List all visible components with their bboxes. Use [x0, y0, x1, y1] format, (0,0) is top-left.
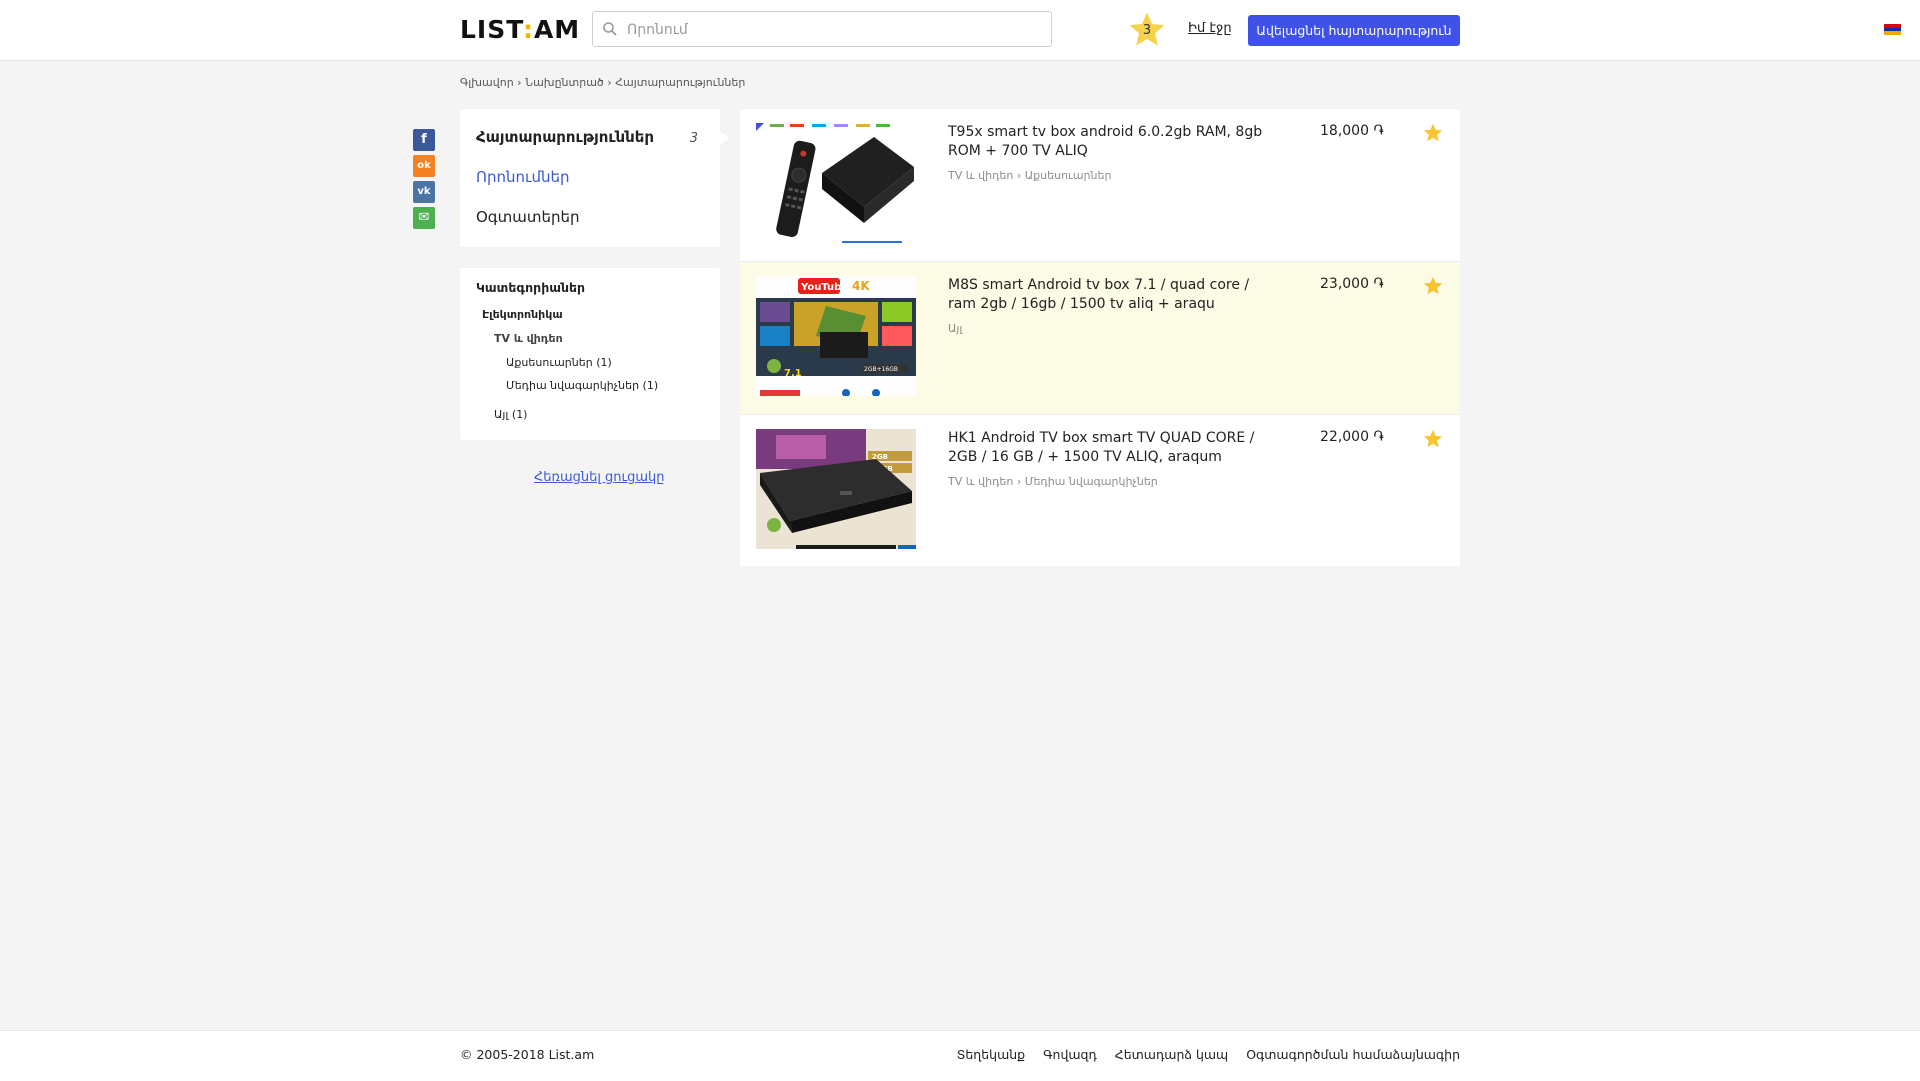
android-version-label: 7.1 [784, 368, 802, 379]
post-ad-button[interactable]: Ավելացնել հայտարարություն [1248, 15, 1460, 46]
ram-rom-label: 2GB+16GB [864, 366, 898, 373]
listing-price: 22,000 ֏ [1320, 429, 1384, 445]
favorites-button[interactable]: 3 [1126, 9, 1168, 51]
favorites-count: 3 [1142, 23, 1152, 38]
copyright: © 2005-2018 List.am [460, 1047, 595, 1062]
footer-links: Տեղեկանք Գովազդ Հետադարձ կապ Օգտագործման… [943, 1047, 1460, 1062]
listing-row[interactable]: 2GB 16GB HK1 Android TV box smart TV QUA… [740, 415, 1460, 567]
footer-link-feedback[interactable]: Հետադարձ կապ [1115, 1047, 1228, 1062]
categories-title: Կատեգորիաներ [476, 280, 586, 295]
search-icon [603, 22, 617, 36]
language-flag-icon[interactable] [1884, 24, 1901, 35]
category-tv-video[interactable]: TV և վիդեո [494, 332, 563, 345]
listing-category[interactable]: Այլ [948, 322, 962, 335]
footer-link-help[interactable]: Տեղեկանք [957, 1047, 1026, 1062]
listing-title[interactable]: HK1 Android TV box smart TV QUAD CORE / … [948, 429, 1278, 467]
listing-category[interactable]: TV և վիդեո › Աքսեսուարներ [948, 169, 1111, 182]
categories-panel: Կատեգորիաներ Էլեկտրոնիկա TV և վիդեո Աքսե… [460, 268, 720, 440]
footer-link-terms[interactable]: Օգտագործման համաձայնագիր [1246, 1047, 1460, 1062]
listing-thumbnail[interactable]: 2GB 16GB [756, 429, 916, 549]
my-page-link[interactable]: Իմ էջը [1188, 21, 1232, 36]
logo-suffix: AM [533, 15, 581, 44]
listing-row[interactable]: T95x smart tv box android 6.0.2gb RAM, 8… [740, 109, 1460, 262]
listing-title[interactable]: T95x smart tv box android 6.0.2gb RAM, 8… [948, 123, 1278, 161]
category-media-players[interactable]: Մեդիա նվագարկիչներ (1) [506, 379, 658, 392]
favorite-star-icon[interactable] [1422, 428, 1444, 450]
favorite-star-icon[interactable] [1422, 122, 1444, 144]
vk-icon[interactable]: vk [413, 181, 435, 203]
menu-item-users[interactable]: Օգտատերեր [476, 208, 580, 226]
4k-label: 4K [852, 279, 870, 293]
footer: © 2005-2018 List.am Տեղեկանք Գովազդ Հետա… [0, 1030, 1920, 1081]
favorites-menu: Հայտարարություններ 3 Որոնումներ Օգտատերե… [460, 109, 730, 247]
listing-thumbnail[interactable] [756, 123, 916, 243]
search-input[interactable] [625, 12, 1049, 48]
odnoklassniki-icon[interactable]: ok [413, 155, 435, 177]
email-icon[interactable]: ✉ [413, 207, 435, 229]
logo-text: LIST [460, 15, 523, 44]
listing-price: 23,000 ֏ [1320, 276, 1384, 292]
search-box [592, 11, 1052, 48]
listing-price: 18,000 ֏ [1320, 123, 1384, 139]
listing-thumbnail[interactable]: YouTube 4K 2GB+16GB 7.1 [756, 276, 916, 396]
category-other[interactable]: Այլ (1) [494, 408, 527, 421]
remove-list-link[interactable]: Հեռացնել ցուցակը [534, 470, 665, 485]
site-logo[interactable]: LIST:AM [460, 12, 580, 48]
favorite-star-icon[interactable] [1422, 275, 1444, 297]
header: LIST:AM 3 Իմ էջը Ավելացնել հայտարարությո… [0, 0, 1920, 61]
active-arrow [720, 131, 730, 145]
listing-title[interactable]: M8S smart Android tv box 7.1 / quad core… [948, 276, 1278, 314]
footer-link-advertising[interactable]: Գովազդ [1043, 1047, 1097, 1062]
logo-dot: : [522, 15, 534, 44]
listing-row[interactable]: YouTube 4K 2GB+16GB 7.1 M8S smart Androi… [740, 262, 1460, 415]
listing-category[interactable]: TV և վիդեո › Մեդիա նվագարկիչներ [948, 475, 1158, 488]
menu-item-searches[interactable]: Որոնումներ [476, 168, 570, 186]
listings-list: T95x smart tv box android 6.0.2gb RAM, 8… [740, 109, 1460, 566]
category-accessories[interactable]: Աքսեսուարներ (1) [506, 356, 612, 369]
ads-count: 3 [689, 131, 698, 146]
facebook-icon[interactable]: f [413, 129, 435, 151]
social-share-bar: f ok vk ✉ [413, 129, 435, 233]
category-electronics[interactable]: Էլեկտրոնիկա [482, 308, 563, 321]
menu-item-ads[interactable]: Հայտարարություններ [476, 128, 654, 146]
youtube-label: YouTube [800, 282, 848, 293]
breadcrumb[interactable]: Գլխավոր › Նախընտրած › Հայտարարություններ [460, 76, 745, 89]
